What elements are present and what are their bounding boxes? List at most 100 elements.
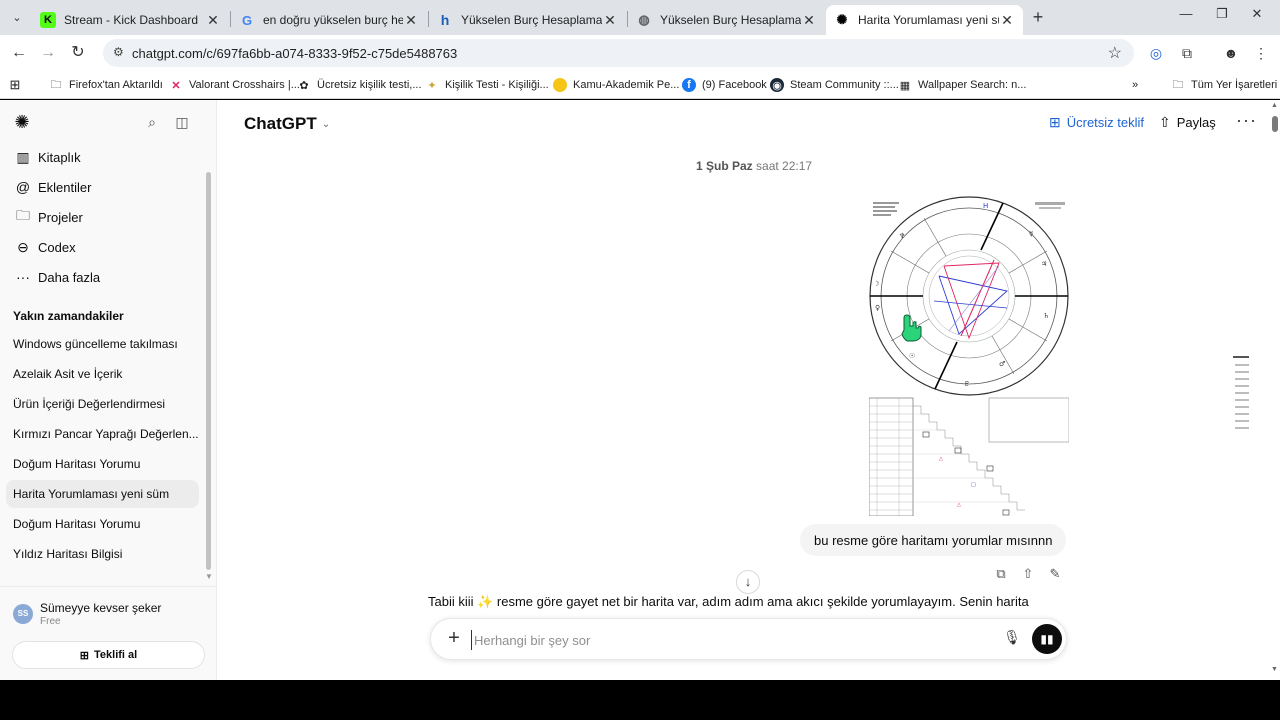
- close-icon[interactable]: ✕: [602, 12, 618, 29]
- microphone-icon[interactable]: 🎙: [1003, 629, 1021, 649]
- bookmark-item[interactable]: 🗀 Firefox'tan Aktarıldı: [49, 76, 163, 94]
- scroll-down-arrow-icon[interactable]: ▼: [1271, 666, 1278, 673]
- history-item[interactable]: Azelaik Asit ve İçerik: [6, 360, 199, 388]
- get-offer-button[interactable]: ⊞ Teklifi al: [12, 641, 205, 669]
- history-item[interactable]: Kırmızı Pancar Yaprağı Değerlen...: [6, 420, 199, 448]
- gift-icon: ⊞: [1049, 114, 1061, 130]
- svg-text:□: □: [971, 482, 976, 488]
- share-button[interactable]: ⇧ Paylaş: [1159, 114, 1216, 131]
- site-info-icon[interactable]: ⚙: [113, 45, 124, 59]
- reload-button[interactable]: ↻: [68, 43, 88, 63]
- google-icon: G: [241, 12, 253, 28]
- user-message-bubble: bu resme göre haritamı yorumlar mısınnn: [800, 524, 1067, 556]
- new-tab-button[interactable]: +: [1029, 7, 1047, 27]
- extension-icon[interactable]: ◎: [1147, 44, 1165, 62]
- conversation-outline-marker[interactable]: [1235, 371, 1249, 373]
- close-icon[interactable]: ✕: [403, 12, 419, 29]
- sidebar-item-more[interactable]: ··· Daha fazla: [8, 263, 198, 291]
- tab-kick[interactable]: K Stream - Kick Dashboard ✕: [32, 5, 229, 35]
- sidebar-toggle-icon[interactable]: ◫: [173, 113, 191, 131]
- conversation-outline-marker[interactable]: [1235, 385, 1249, 387]
- history-item[interactable]: Ürün İçeriği Değerlendirmesi: [6, 390, 199, 418]
- scroll-down-arrow-icon[interactable]: ▼: [205, 572, 213, 581]
- page-scrollbar[interactable]: ▲ ▼: [1270, 100, 1280, 680]
- openai-logo-icon[interactable]: ✺: [12, 112, 32, 132]
- all-bookmarks-button[interactable]: 🗀 Tüm Yer İşaretleri: [1171, 76, 1278, 94]
- conversation-outline-marker[interactable]: [1235, 427, 1249, 429]
- folder-icon: 🗀: [1172, 78, 1184, 91]
- close-window-button[interactable]: ✕: [1234, 6, 1280, 28]
- svg-text:☿: ☿: [1029, 230, 1033, 238]
- history-item[interactable]: Doğum Haritası Yorumu: [6, 510, 199, 538]
- tab-google[interactable]: G en doğru yükselen burç hesapla ✕: [231, 5, 427, 35]
- site-icon: [553, 78, 567, 92]
- history-item[interactable]: Yıldız Haritası Bilgisi: [6, 540, 199, 568]
- bookmark-item[interactable]: Kamu-Akademik Pe...: [553, 76, 679, 94]
- apps-grid-icon[interactable]: ⊞: [8, 76, 28, 94]
- search-icon[interactable]: ⌕: [143, 113, 161, 131]
- edit-pencil-icon[interactable]: ✎: [1047, 566, 1063, 582]
- toolbar: ← → ↻ ⚙ chatgpt.com/c/697fa6bb-a074-8333…: [0, 35, 1280, 71]
- history-item-active[interactable]: Harita Yorumlaması yeni süm: [6, 480, 199, 508]
- forward-button[interactable]: →: [38, 43, 58, 63]
- tab-chatgpt-active[interactable]: ✺ Harita Yorumlaması yeni süm ✕: [826, 5, 1023, 35]
- close-icon[interactable]: ✕: [999, 12, 1015, 29]
- tab-yukselen-2[interactable]: ◍ Yükselen Burç Hesaplama | Doğ ✕: [628, 5, 825, 35]
- sidebar-item-apps[interactable]: @ Eklentiler: [8, 173, 198, 201]
- close-icon[interactable]: ✕: [205, 12, 221, 29]
- svg-text:♀: ♀: [875, 304, 880, 312]
- user-plan: Free: [40, 616, 61, 627]
- bookmark-item[interactable]: ▦ Wallpaper Search: n...: [898, 76, 1027, 94]
- extensions-puzzle-icon[interactable]: ⧉: [1178, 44, 1196, 62]
- conversation-outline-marker[interactable]: [1235, 420, 1249, 422]
- close-icon[interactable]: ✕: [801, 12, 817, 29]
- more-options-icon[interactable]: ···: [1236, 110, 1257, 131]
- history-item[interactable]: Doğum Haritası Yorumu: [6, 450, 199, 478]
- scrollbar-thumb[interactable]: [1272, 116, 1278, 132]
- free-offer-button[interactable]: ⊞ Ücretsiz teklif: [1049, 114, 1144, 131]
- bookmark-item[interactable]: ✦ Kişilik Testi - Kişiliği...: [425, 76, 548, 94]
- svg-text:♇: ♇: [964, 380, 970, 388]
- conversation-outline-marker[interactable]: [1235, 392, 1249, 394]
- sidebar-scrollbar[interactable]: [206, 172, 211, 570]
- copy-icon[interactable]: ⧉: [993, 566, 1009, 582]
- avatar[interactable]: SS: [13, 604, 33, 624]
- prompt-input[interactable]: [471, 630, 951, 650]
- conversation-outline-marker[interactable]: [1235, 399, 1249, 401]
- uploaded-natal-chart-image[interactable]: H ☽ ♀ ♃ ♄ ☉ ♂ ☿ ♆ ♇ △ □ △: [869, 196, 1069, 516]
- h-site-icon: h: [440, 12, 450, 28]
- conversation-outline-marker[interactable]: [1235, 413, 1249, 415]
- conversation-outline-marker[interactable]: [1235, 378, 1249, 380]
- bookmark-item[interactable]: ◉ Steam Community ::...: [770, 76, 899, 94]
- conversation-outline-marker[interactable]: [1233, 356, 1249, 358]
- tab-search-dropdown[interactable]: ⌄: [8, 9, 26, 27]
- menu-kebab-icon[interactable]: ⋮: [1252, 44, 1270, 62]
- address-bar[interactable]: ⚙ chatgpt.com/c/697fa6bb-a074-8333-9f52-…: [103, 39, 1134, 67]
- sidebar-item-codex[interactable]: ⊖ Codex: [8, 233, 198, 261]
- chatgpt-icon: ✺: [836, 12, 848, 27]
- bookmark-item[interactable]: ✕ Valorant Crosshairs |...: [169, 76, 299, 94]
- profile-avatar-icon[interactable]: ☻: [1222, 44, 1240, 62]
- user-panel[interactable]: SS Sümeyye kevser şeker Free ⊞ Teklifi al: [0, 586, 216, 680]
- scroll-to-bottom-button[interactable]: ↓: [736, 570, 760, 594]
- bookmarks-overflow-button[interactable]: »: [1132, 76, 1138, 94]
- message-timestamp: 1 Şub Paz saat 22:17: [696, 159, 813, 173]
- bookmark-item[interactable]: ✿ Ücretsiz kişilik testi,...: [297, 76, 421, 94]
- svg-text:♂: ♂: [999, 360, 1005, 368]
- attach-plus-icon[interactable]: +: [443, 627, 465, 649]
- conversation-outline-marker[interactable]: [1235, 364, 1249, 366]
- history-item[interactable]: Windows güncelleme takılması: [6, 330, 199, 358]
- sidebar-item-library[interactable]: ▥ Kitaplık: [8, 143, 198, 171]
- share-message-icon[interactable]: ⇧: [1020, 566, 1036, 582]
- back-button[interactable]: ←: [9, 43, 29, 63]
- tab-yukselen-1[interactable]: h Yükselen Burç Hesaplama 2026 ✕: [429, 5, 626, 35]
- conversation-outline-marker[interactable]: [1235, 406, 1249, 408]
- sidebar-item-projects[interactable]: 🗀 Projeler: [8, 203, 198, 231]
- model-selector[interactable]: ChatGPT ⌄: [244, 114, 330, 134]
- url-text[interactable]: chatgpt.com/c/697fa6bb-a074-8333-9f52-c7…: [132, 46, 457, 61]
- bookmark-item[interactable]: f (9) Facebook: [682, 76, 767, 94]
- kick-icon: K: [40, 12, 56, 28]
- voice-mode-button[interactable]: ▮▮: [1032, 624, 1062, 654]
- bookmark-star-icon[interactable]: ☆: [1108, 43, 1122, 63]
- scroll-up-arrow-icon[interactable]: ▲: [1271, 102, 1278, 109]
